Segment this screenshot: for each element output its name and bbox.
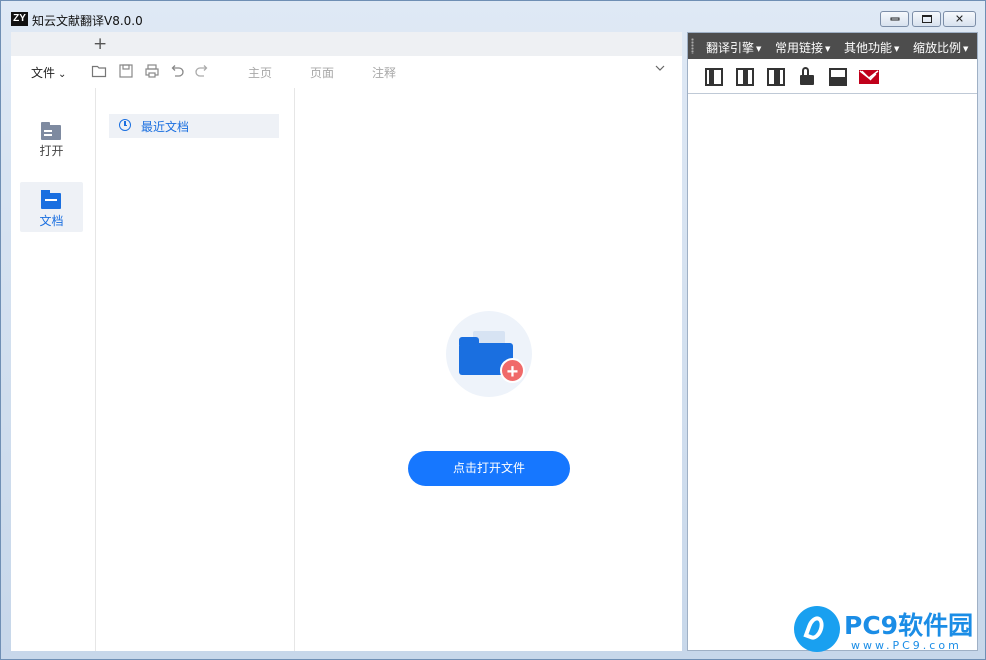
file-menu-label: 文件: [31, 66, 56, 80]
open-folder-icon[interactable]: [91, 63, 107, 79]
open-file-button[interactable]: 点击打开文件: [408, 451, 570, 486]
menu-zoom-ratio[interactable]: 缩放比例 ▼: [913, 39, 968, 56]
tab-strip: +: [11, 32, 682, 56]
app-window: ZY 知云文献翻译V8.0.0 ✕ + 文件 ⌄ 主页 页面 注释 打开 文档 …: [0, 0, 986, 660]
dropdown-arrow-icon: ▼: [756, 44, 762, 53]
clock-icon: [119, 119, 131, 131]
chevron-down-icon: ⌄: [58, 69, 67, 80]
unlock-icon[interactable]: [800, 67, 814, 85]
folder-add-icon: +: [446, 311, 532, 397]
window-icon[interactable]: [829, 68, 847, 86]
pc9-logo-icon: [794, 606, 840, 652]
dropdown-arrow-icon: ▼: [963, 44, 969, 53]
panel-iconbar: [688, 59, 977, 94]
close-button[interactable]: ✕: [943, 11, 976, 27]
maximize-button[interactable]: [912, 11, 941, 27]
new-tab-button[interactable]: +: [93, 33, 107, 55]
collapse-toolbar-icon[interactable]: [655, 62, 665, 76]
recent-documents-label: 最近文档: [141, 120, 190, 134]
sidebar-item-label: 文档: [39, 214, 64, 228]
tab-annotation[interactable]: 注释: [372, 64, 396, 81]
main-area: + 文件 ⌄ 主页 页面 注释 打开 文档 最近文档 + 点击打开文件: [11, 32, 682, 651]
dropdown-arrow-icon: ▼: [825, 44, 831, 53]
minimize-icon: [890, 17, 899, 21]
close-icon: ✕: [954, 12, 965, 26]
maximize-icon: [921, 15, 932, 23]
watermark: PC9软件园 www.PC9.com: [794, 604, 984, 656]
menu-common-links[interactable]: 常用链接 ▼: [775, 39, 830, 56]
title-bar: ZY 知云文献翻译V8.0.0 ✕: [1, 1, 985, 31]
menu-other-functions[interactable]: 其他功能 ▼: [844, 39, 899, 56]
book-right-icon[interactable]: [736, 68, 754, 86]
translation-panel: 翻译引擎 ▼ 常用链接 ▼ 其他功能 ▼ 缩放比例 ▼: [687, 32, 978, 651]
recent-panel: 最近文档: [96, 88, 295, 651]
folder-icon: [41, 122, 61, 140]
minimize-button[interactable]: [880, 11, 909, 27]
app-logo: ZY: [11, 12, 28, 26]
recent-documents-item[interactable]: 最近文档: [109, 114, 279, 138]
print-icon[interactable]: [144, 63, 160, 79]
content-area: + 点击打开文件: [295, 88, 682, 651]
file-menu[interactable]: 文件 ⌄: [31, 64, 66, 81]
redo-icon[interactable]: [194, 63, 210, 79]
tab-page[interactable]: 页面: [310, 64, 334, 81]
plus-icon: +: [500, 358, 525, 383]
sidebar-item-documents[interactable]: 文档: [20, 182, 83, 232]
window-title: 知云文献翻译V8.0.0: [32, 14, 143, 28]
drag-grip-icon[interactable]: [691, 38, 694, 54]
watermark-title: PC9软件园: [844, 611, 974, 640]
book-split-icon[interactable]: [767, 68, 785, 86]
toolbar: 文件 ⌄ 主页 页面 注释: [11, 56, 682, 88]
menu-translation-engine[interactable]: 翻译引擎 ▼: [706, 39, 761, 56]
book-left-icon[interactable]: [705, 68, 723, 86]
dropdown-arrow-icon: ▼: [894, 44, 900, 53]
save-icon[interactable]: [118, 63, 134, 79]
document-folder-icon: [41, 190, 61, 209]
sidebar-item-label: 打开: [39, 144, 64, 158]
sidebar: 打开 文档: [11, 88, 96, 651]
watermark-url: www.PC9.com: [851, 639, 962, 652]
undo-icon[interactable]: [169, 63, 185, 79]
panel-menubar: 翻译引擎 ▼ 常用链接 ▼ 其他功能 ▼ 缩放比例 ▼: [688, 33, 977, 59]
tab-home[interactable]: 主页: [248, 64, 272, 81]
mail-icon[interactable]: [859, 70, 879, 84]
sidebar-item-open[interactable]: 打开: [20, 112, 83, 162]
